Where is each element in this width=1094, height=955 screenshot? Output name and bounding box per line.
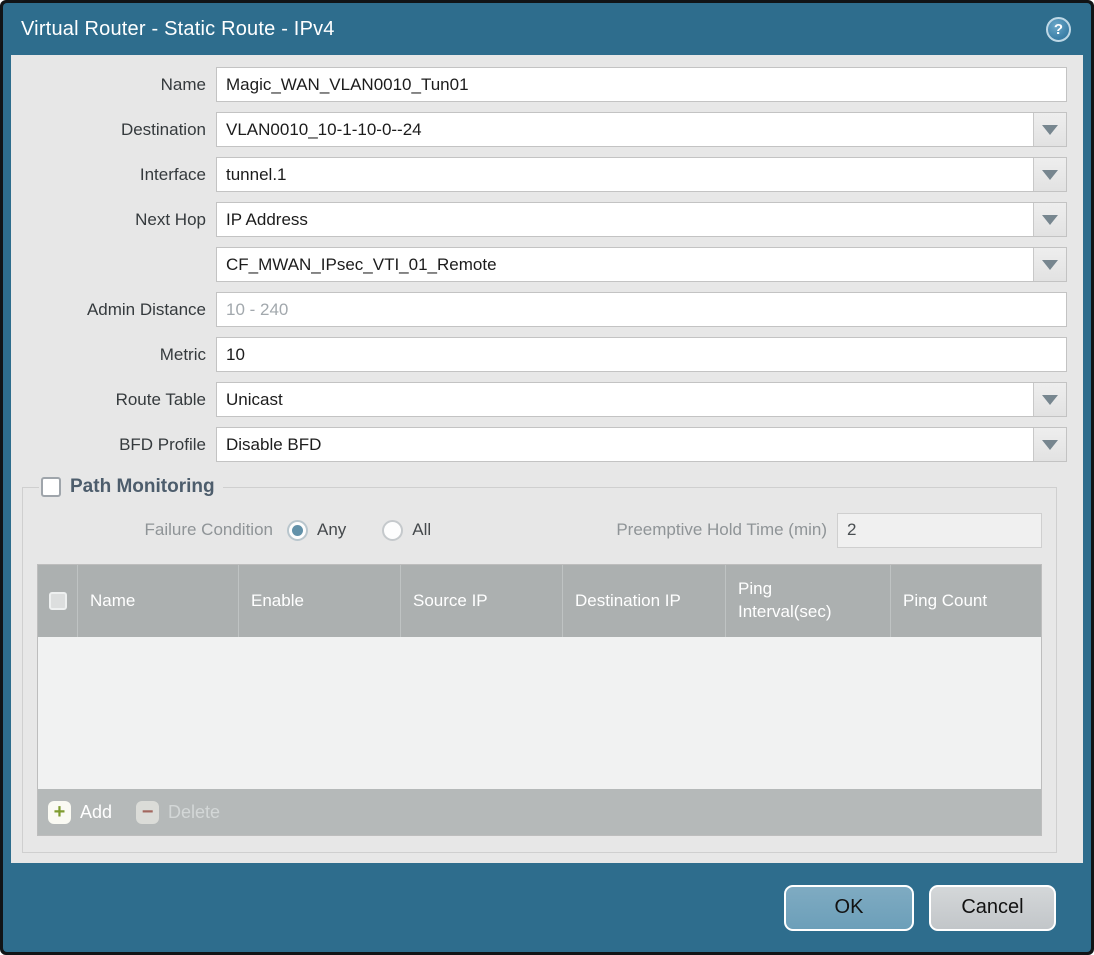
table-header-ping-count: Ping Count [891, 565, 1041, 637]
bfd-profile-dropdown-button[interactable] [1033, 428, 1066, 461]
select-all-checkbox[interactable] [48, 592, 67, 610]
interface-label: Interface [139, 164, 206, 184]
interface-input[interactable] [217, 158, 1033, 191]
radio-unselected-icon [382, 519, 404, 541]
route-table-input[interactable] [217, 383, 1033, 416]
chevron-down-icon [1042, 214, 1058, 225]
path-monitoring-title: Path Monitoring [70, 476, 215, 497]
form-row-admin-distance: Admin Distance [11, 292, 1067, 327]
next-hop-address-input[interactable] [217, 248, 1033, 281]
failure-condition-label: Failure Condition [144, 520, 273, 539]
radio-selected-icon [287, 519, 308, 541]
name-field-wrap [216, 67, 1067, 102]
chevron-down-icon [1042, 169, 1058, 180]
destination-field-wrap [216, 112, 1067, 147]
form-row-next-hop: Next Hop [11, 202, 1067, 237]
next-hop-label: Next Hop [135, 209, 206, 229]
radio-any-label: Any [317, 520, 347, 539]
form-row-bfd-profile: BFD Profile [11, 427, 1067, 462]
table-header-source-ip: Source IP [401, 565, 563, 637]
table-header-checkbox-cell [38, 565, 78, 637]
add-button-label: Add [80, 801, 113, 822]
route-table-dropdown-button[interactable] [1033, 383, 1066, 416]
form-row-route-table: Route Table [11, 382, 1067, 417]
failure-condition-row: Failure Condition Any All Preemptive Hol… [37, 512, 1042, 548]
route-table-label: Route Table [115, 389, 206, 409]
path-monitoring-checkbox[interactable] [41, 477, 61, 497]
metric-label: Metric [159, 344, 206, 364]
preemptive-hold-time-input[interactable] [837, 512, 1042, 548]
admin-distance-input[interactable] [217, 293, 1066, 326]
failure-condition-radio-any[interactable]: Any [287, 519, 347, 541]
plus-icon: + [48, 800, 71, 824]
route-table-field-wrap [216, 382, 1067, 417]
interface-dropdown-button[interactable] [1033, 158, 1066, 191]
chevron-down-icon [1042, 124, 1058, 135]
titlebar: Virtual Router - Static Route - IPv4 ? [3, 3, 1091, 55]
header-label: Source IP [413, 591, 488, 610]
metric-input[interactable] [217, 338, 1066, 371]
dialog-window: Virtual Router - Static Route - IPv4 ? N… [0, 0, 1094, 955]
failure-condition-radio-all[interactable]: All [382, 519, 432, 541]
preemptive-hold-time-label: Preemptive Hold Time (min) [616, 520, 827, 539]
name-input[interactable] [217, 68, 1066, 101]
table-header-destination-ip: Destination IP [563, 565, 726, 637]
path-monitoring-table: Name Enable Source IP Destination IP Pin [37, 564, 1042, 836]
chevron-down-icon [1042, 394, 1058, 405]
destination-label: Destination [120, 119, 206, 139]
table-header-row: Name Enable Source IP Destination IP Pin [38, 565, 1041, 637]
next-hop-address-field-wrap [216, 247, 1067, 282]
dialog-footer: OK Cancel [3, 863, 1091, 952]
form-row-name: Name [11, 67, 1067, 102]
chevron-down-icon [1042, 439, 1058, 450]
bfd-profile-field-wrap [216, 427, 1067, 462]
admin-distance-field-wrap [216, 292, 1067, 327]
next-hop-dropdown-button[interactable] [1033, 203, 1066, 236]
dialog-title: Virtual Router - Static Route - IPv4 [21, 17, 335, 40]
destination-input[interactable] [217, 113, 1033, 146]
next-hop-field-wrap [216, 202, 1067, 237]
header-label: Destination IP [575, 591, 681, 610]
delete-button[interactable]: − Delete [136, 800, 221, 824]
table-header-enable: Enable [239, 565, 401, 637]
next-hop-type-input[interactable] [217, 203, 1033, 236]
table-toolbar: + Add − Delete [38, 789, 1041, 835]
header-label: Name [90, 591, 136, 610]
admin-distance-label: Admin Distance [86, 299, 206, 319]
table-header-ping-interval: Ping Interval(sec) [726, 565, 891, 637]
path-monitoring-section: Path Monitoring Failure Condition Any Al… [22, 476, 1057, 853]
minus-icon: − [136, 800, 160, 824]
dialog-body: Name Destination Interface [11, 55, 1083, 863]
bfd-profile-input[interactable] [217, 428, 1033, 461]
delete-button-label: Delete [168, 801, 221, 822]
help-glyph: ? [1053, 20, 1064, 38]
dialog-frame: Virtual Router - Static Route - IPv4 ? N… [3, 3, 1091, 952]
table-header-name: Name [78, 565, 239, 637]
cancel-button[interactable]: Cancel [929, 884, 1056, 931]
add-button[interactable]: + Add [48, 800, 113, 824]
form-row-destination: Destination [11, 112, 1067, 147]
interface-field-wrap [216, 157, 1067, 192]
header-label: Ping Interval(sec) [738, 579, 832, 621]
form-row-next-hop-address [11, 247, 1067, 282]
destination-dropdown-button[interactable] [1033, 113, 1066, 146]
form-row-interface: Interface [11, 157, 1067, 192]
ok-button[interactable]: OK [784, 884, 914, 931]
form-row-metric: Metric [11, 337, 1067, 372]
header-label: Enable [251, 591, 304, 610]
bfd-profile-label: BFD Profile [119, 434, 206, 454]
header-label: Ping Count [903, 591, 988, 610]
path-monitoring-legend: Path Monitoring [39, 476, 223, 498]
chevron-down-icon [1042, 259, 1058, 270]
table-body-empty [38, 637, 1041, 789]
next-hop-address-dropdown-button[interactable] [1033, 248, 1066, 281]
metric-field-wrap [216, 337, 1067, 372]
name-label: Name [160, 74, 206, 94]
help-icon[interactable]: ? [1046, 16, 1071, 42]
radio-all-label: All [412, 520, 432, 539]
